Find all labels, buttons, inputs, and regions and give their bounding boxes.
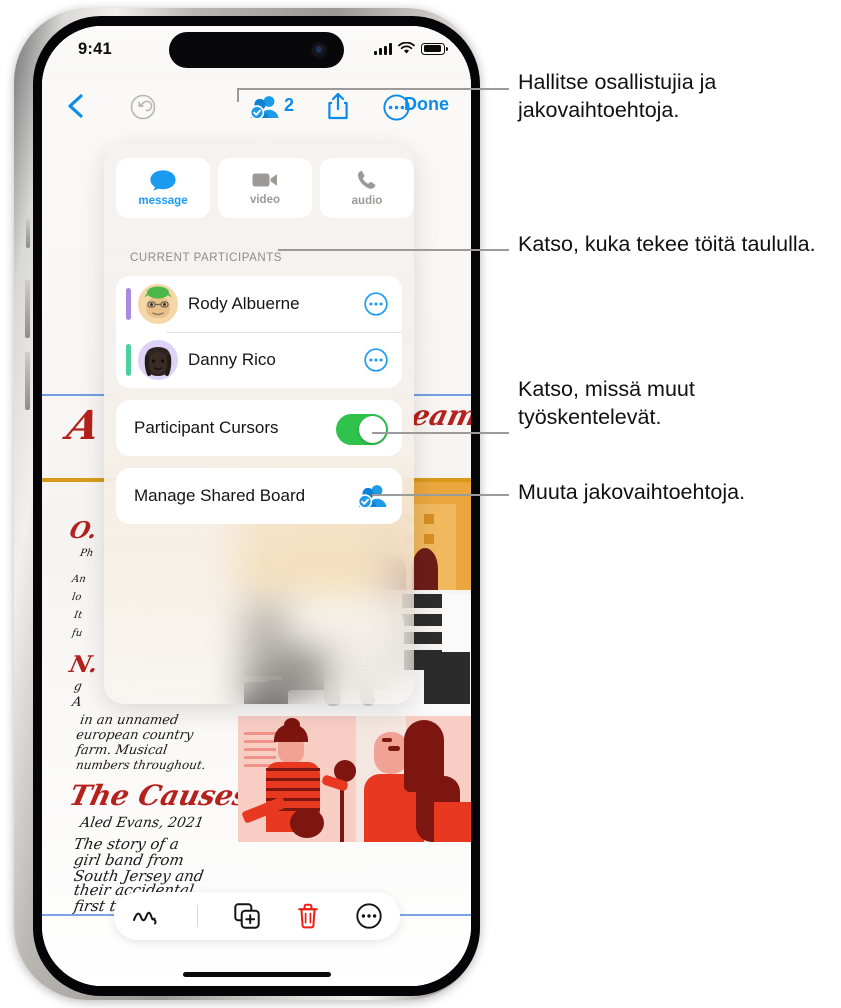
leader-line-current-people — [278, 249, 509, 251]
duplicate-add-icon[interactable] — [234, 903, 261, 929]
board-note-country: european country — [74, 728, 195, 743]
chevron-left-icon[interactable] — [64, 92, 90, 120]
volume-up-button[interactable] — [25, 280, 30, 338]
board-title-eam: eam — [408, 399, 471, 432]
trash-icon[interactable] — [297, 903, 319, 929]
manage-shared-board-label: Manage Shared Board — [134, 486, 306, 505]
scribble-icon[interactable] — [132, 906, 160, 926]
callout-participants: Hallitse osallistujia ja jakovaihtoehtoj… — [518, 70, 717, 123]
manage-shared-board-row[interactable]: Manage Shared Board — [116, 468, 402, 524]
board-title-causes: The Causes — [66, 779, 253, 812]
wifi-icon — [398, 42, 415, 54]
share-icon[interactable] — [326, 92, 350, 120]
quick-actions-row: message video audio — [116, 158, 414, 218]
quick-action-audio[interactable]: audio — [320, 158, 414, 218]
silence-switch[interactable] — [26, 218, 30, 248]
board-note-unnamed: in an unnamed — [78, 713, 180, 728]
participants-popover: message video audio CURRENT PARTICIPANTS… — [104, 133, 414, 704]
board-note-musical: farm. Musical — [74, 743, 169, 758]
participants-list: Rody Albuerne Danny Rico — [116, 276, 402, 388]
battery-icon — [421, 42, 448, 55]
phone-screen: A eam O. Ph An lo It fu N. g A in an unn… — [42, 26, 471, 986]
participant-cursor-color — [126, 288, 131, 320]
participant-cursors-row[interactable]: Participant Cursors — [116, 400, 402, 456]
quick-action-message[interactable]: message — [116, 158, 210, 218]
more-circle-icon[interactable] — [364, 348, 388, 372]
callout-current-people: Katso, kuka tekee töitä taululla. — [518, 232, 816, 256]
participant-name: Rody Albuerne — [188, 294, 300, 313]
video-camera-icon — [252, 173, 277, 187]
board-note-g: g — [73, 679, 83, 693]
participant-cursors-toggle[interactable] — [336, 414, 388, 445]
board-note-a: A — [70, 695, 83, 710]
done-button[interactable]: Done — [404, 94, 449, 115]
participants-badge-icon[interactable] — [250, 94, 280, 120]
status-indicators — [374, 42, 448, 55]
volume-down-button[interactable] — [25, 352, 30, 410]
quick-action-label: message — [138, 195, 188, 207]
collage-band-image[interactable] — [238, 716, 471, 842]
screenshot-root: A eam O. Ph An lo It fu N. g A in an unn… — [0, 0, 841, 1008]
toolbar-divider — [196, 905, 198, 927]
board-note-credit: Aled Evans, 2021 — [78, 815, 205, 831]
board-note-ph: Ph — [79, 548, 95, 559]
callout-cursors: Katso, missä muut työskentelevät. — [518, 377, 695, 430]
participant-row[interactable]: Danny Rico — [116, 332, 402, 388]
signal-bars-icon — [374, 42, 392, 55]
avatar — [138, 340, 178, 380]
more-circle-icon[interactable] — [364, 292, 388, 316]
current-participants-label: CURRENT PARTICIPANTS — [130, 252, 282, 264]
quick-action-label: audio — [351, 195, 383, 207]
home-indicator[interactable] — [182, 972, 331, 977]
quick-action-video[interactable]: video — [218, 158, 312, 218]
phone-frame: A eam O. Ph An lo It fu N. g A in an unn… — [14, 8, 480, 1000]
board-title-a: A — [62, 402, 105, 449]
board-note-an: An — [71, 574, 87, 585]
board-note-numbers: numbers throughout. — [75, 758, 207, 772]
participant-cursors-label: Participant Cursors — [134, 418, 279, 437]
leader-line-manage — [372, 494, 509, 496]
status-time: 9:41 — [78, 40, 112, 58]
leader-line-cursors — [372, 432, 509, 434]
manage-participants-icon — [358, 485, 387, 509]
participant-row[interactable]: Rody Albuerne — [116, 276, 402, 333]
phone-handset-icon — [357, 170, 376, 189]
board-note-lo: lo — [71, 592, 83, 603]
participants-count: 2 — [284, 95, 295, 115]
leader-line-participants-v — [237, 88, 239, 102]
front-camera-icon — [310, 41, 328, 59]
message-bubble-icon — [150, 170, 176, 191]
board-note-it: It — [73, 610, 83, 621]
undo-icon[interactable] — [130, 94, 156, 120]
avatar — [138, 284, 178, 324]
board-title-o: O. — [66, 517, 100, 544]
board-title-n: N. — [66, 651, 101, 678]
dynamic-island — [169, 32, 344, 68]
participant-name: Danny Rico — [188, 350, 276, 369]
participant-cursor-color — [126, 344, 131, 376]
leader-line-participants-h — [237, 88, 509, 90]
more-circle-icon[interactable] — [356, 903, 382, 929]
callout-manage: Muuta jakovaihtoehtoja. — [518, 480, 746, 504]
status-bar: 9:41 — [42, 26, 471, 80]
bottom-toolbar — [114, 892, 400, 940]
board-note-fu: fu — [71, 628, 84, 639]
quick-action-label: video — [249, 194, 281, 206]
